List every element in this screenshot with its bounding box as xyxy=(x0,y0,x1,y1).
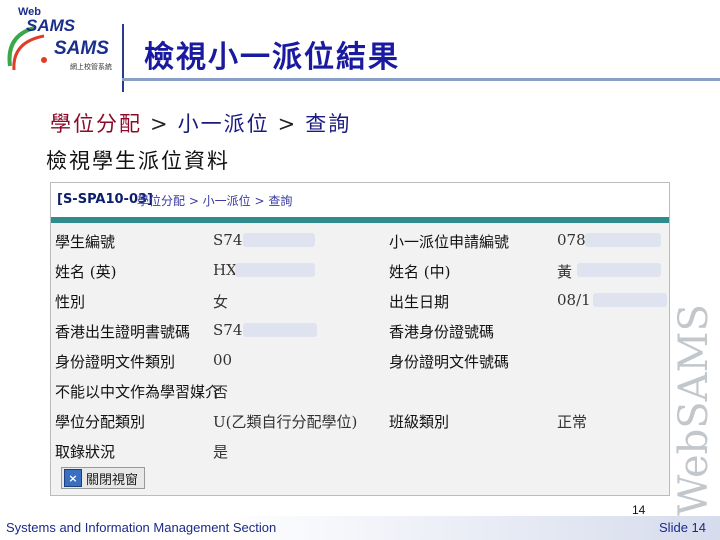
birth-cert-no-label: 香港出生證明書號碼 xyxy=(55,323,191,341)
non-chinese-medium-label: 不能以中文作為學習媒介 xyxy=(55,383,221,401)
id-doc-no-label: 身份證明文件號碼 xyxy=(389,353,510,371)
info-row: 取錄狀況 是 xyxy=(55,437,665,467)
websams-logo: Web SAMS SAMS 網上校管系統 xyxy=(4,6,116,76)
name-zh-value: 黃 xyxy=(557,263,573,281)
breadcrumb: 學位分配 > 小一派位 > 查詢 xyxy=(50,108,351,138)
class-type-label: 班級類別 xyxy=(389,413,450,431)
gender-label: 性別 xyxy=(55,293,86,311)
info-row: 香港出生證明書號碼 S74 香港身份證號碼 xyxy=(55,317,665,347)
birth-cert-no-value: S74 xyxy=(213,321,243,339)
close-icon: × xyxy=(64,469,82,487)
redaction-mask xyxy=(235,263,315,277)
websams-watermark: WebSAMS xyxy=(668,300,720,520)
name-zh-label: 姓名 (中) xyxy=(389,263,451,281)
info-row: 姓名 (英) HX 姓名 (中) 黃 xyxy=(55,257,665,287)
page-number: 14 xyxy=(632,503,646,517)
close-window-label: 關閉視窗 xyxy=(86,472,139,488)
breadcrumb-item-query: 查詢 xyxy=(305,112,352,136)
birth-date-label: 出生日期 xyxy=(389,293,450,311)
hkid-label: 香港身份證號碼 xyxy=(389,323,495,341)
class-type-value: 正常 xyxy=(557,413,588,431)
screenshot-panel: [S-SPA10-03] 學位分配 > 小一派位 > 查詢 學生編號 S74 小… xyxy=(50,182,670,496)
id-doc-type-value: 00 xyxy=(213,351,233,369)
redaction-mask xyxy=(585,233,661,247)
footer-slide-number: Slide 14 xyxy=(659,520,706,535)
breadcrumb-item-p1-allocation: 小一派位 xyxy=(177,112,270,136)
watermark-text: WebSAMS xyxy=(671,304,717,516)
non-chinese-medium-value: 否 xyxy=(213,383,229,401)
name-en-label: 姓名 (英) xyxy=(55,263,117,281)
id-doc-type-label: 身份證明文件類別 xyxy=(55,353,176,371)
title-divider-horizontal xyxy=(122,78,720,81)
info-row: 性別 女 出生日期 08/1 xyxy=(55,287,667,317)
redaction-mask xyxy=(243,233,315,247)
info-row: 學位分配類別 U(乙類自行分配學位) 班級類別 正常 xyxy=(55,407,665,437)
allocation-type-value: U(乙類自行分配學位) xyxy=(213,413,358,431)
student-id-value: S74 xyxy=(213,231,243,249)
logo-sams-text-2: SAMS xyxy=(54,38,109,59)
breadcrumb-item-allocation: 學位分配 xyxy=(50,112,142,136)
title-divider-vertical xyxy=(122,24,124,92)
redaction-mask xyxy=(593,293,667,307)
allocation-type-label: 學位分配類別 xyxy=(55,413,146,431)
application-no-value: 078 xyxy=(557,231,586,249)
redaction-mask xyxy=(243,323,317,337)
admission-status-label: 取錄狀況 xyxy=(55,443,116,461)
breadcrumb-separator: > xyxy=(150,112,170,136)
footer: Systems and Information Management Secti… xyxy=(0,516,720,540)
birth-date-value: 08/1 xyxy=(557,291,591,309)
close-window-button[interactable]: × 關閉視窗 xyxy=(61,467,146,489)
application-no-label: 小一派位申請編號 xyxy=(389,233,510,251)
info-row: 身份證明文件類別 00 身份證明文件號碼 xyxy=(55,347,665,377)
gender-value: 女 xyxy=(213,293,229,311)
slide-subtitle: 檢視學生派位資料 xyxy=(46,149,230,173)
info-row: 學生編號 S74 小一派位申請編號 078 xyxy=(55,227,665,257)
logo-sams-text: SAMS xyxy=(26,16,76,35)
student-id-label: 學生編號 xyxy=(55,233,116,251)
panel-breadcrumb: 學位分配 > 小一派位 > 查詢 xyxy=(137,194,293,208)
redaction-mask xyxy=(577,263,661,277)
slide-title: 檢視小一派位結果 xyxy=(144,40,400,75)
logo-tagline: 網上校管系統 xyxy=(70,63,112,71)
panel-header-bar xyxy=(51,217,669,223)
footer-section-name: Systems and Information Management Secti… xyxy=(6,520,277,535)
admission-status-value: 是 xyxy=(213,443,229,461)
info-row: 不能以中文作為學習媒介 否 xyxy=(55,377,665,407)
name-en-value: HX xyxy=(213,261,237,279)
breadcrumb-separator: > xyxy=(277,112,298,136)
panel-header: [S-SPA10-03] 學位分配 > 小一派位 > 查詢 xyxy=(51,183,669,217)
